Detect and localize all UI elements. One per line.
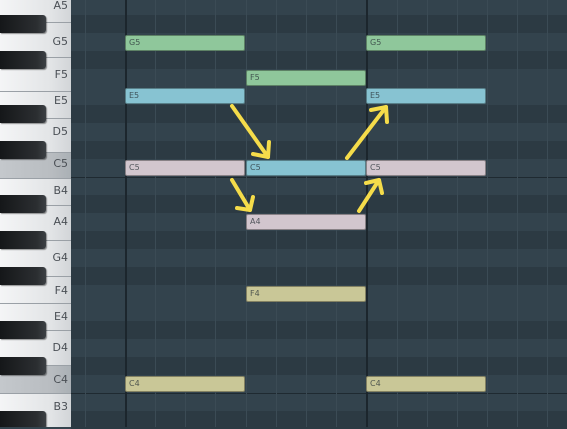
black-key[interactable] [0,15,46,33]
beat-line [517,0,518,427]
octave-divider [71,393,567,394]
beat-line [155,0,156,427]
beat-line [215,0,216,427]
beat-line [185,0,186,427]
note-e5[interactable]: E5 [366,88,486,104]
note-f4[interactable]: F4 [246,286,366,302]
note-f5[interactable]: F5 [246,70,366,86]
black-key[interactable] [0,231,46,249]
key-label-f5: F5 [54,68,68,81]
grid-row-shade [71,15,567,33]
black-key[interactable] [0,411,46,427]
grid-row-shade [71,195,567,213]
beat-line [487,0,488,427]
key-label-b3: B3 [53,400,68,413]
note-c5[interactable]: C5 [366,160,486,176]
grid-row-shade [71,267,567,285]
key-label-d5: D5 [52,125,68,138]
note-c5[interactable]: C5 [246,160,366,176]
note-c5[interactable]: C5 [125,160,245,176]
note-g5[interactable]: G5 [125,35,245,51]
black-key[interactable] [0,321,46,339]
black-key[interactable] [0,51,46,69]
bar-line [366,0,368,427]
key-label-b4: B4 [53,184,68,197]
grid-row-shade [71,141,567,159]
key-label-g4: G4 [52,251,68,264]
key-label-a4: A4 [53,215,68,228]
note-grid[interactable]: G5 G5 F5 E5 E5 C5 C5 C5 A4 F4 C4 C4 [71,0,567,429]
black-key[interactable] [0,141,46,159]
piano-keyboard[interactable]: A5 G5 F5 E5 D5 C5 B4 A4 G4 F4 E4 D4 C4 B… [0,0,71,427]
note-c4[interactable]: C4 [125,376,245,392]
octave-divider [71,177,567,178]
beat-line [457,0,458,427]
note-e5[interactable]: E5 [125,88,245,104]
note-g5[interactable]: G5 [366,35,486,51]
grid-row-shade [71,357,567,375]
key-label-c4: C4 [53,373,68,386]
bar-line [125,0,127,427]
note-c4[interactable]: C4 [366,376,486,392]
key-label-f4: F4 [54,284,68,297]
key-label-d4: D4 [52,341,68,354]
beat-line [547,0,548,427]
grid-row-shade [71,321,567,339]
beat-line [397,0,398,427]
key-label-e5: E5 [54,94,68,107]
key-label-c5: C5 [53,157,68,170]
beat-line [427,0,428,427]
black-key[interactable] [0,357,46,375]
note-a4[interactable]: A4 [246,214,366,230]
grid-row-shade [71,411,567,429]
beat-line [85,0,86,427]
black-key[interactable] [0,105,46,123]
grid-row-shade [71,51,567,69]
grid-row-shade [71,105,567,123]
key-label-e4: E4 [54,310,68,323]
black-key[interactable] [0,195,46,213]
grid-row-shade [71,231,567,249]
black-key[interactable] [0,267,46,285]
key-label-a5: A5 [53,0,68,12]
key-label-g5: G5 [52,35,68,48]
